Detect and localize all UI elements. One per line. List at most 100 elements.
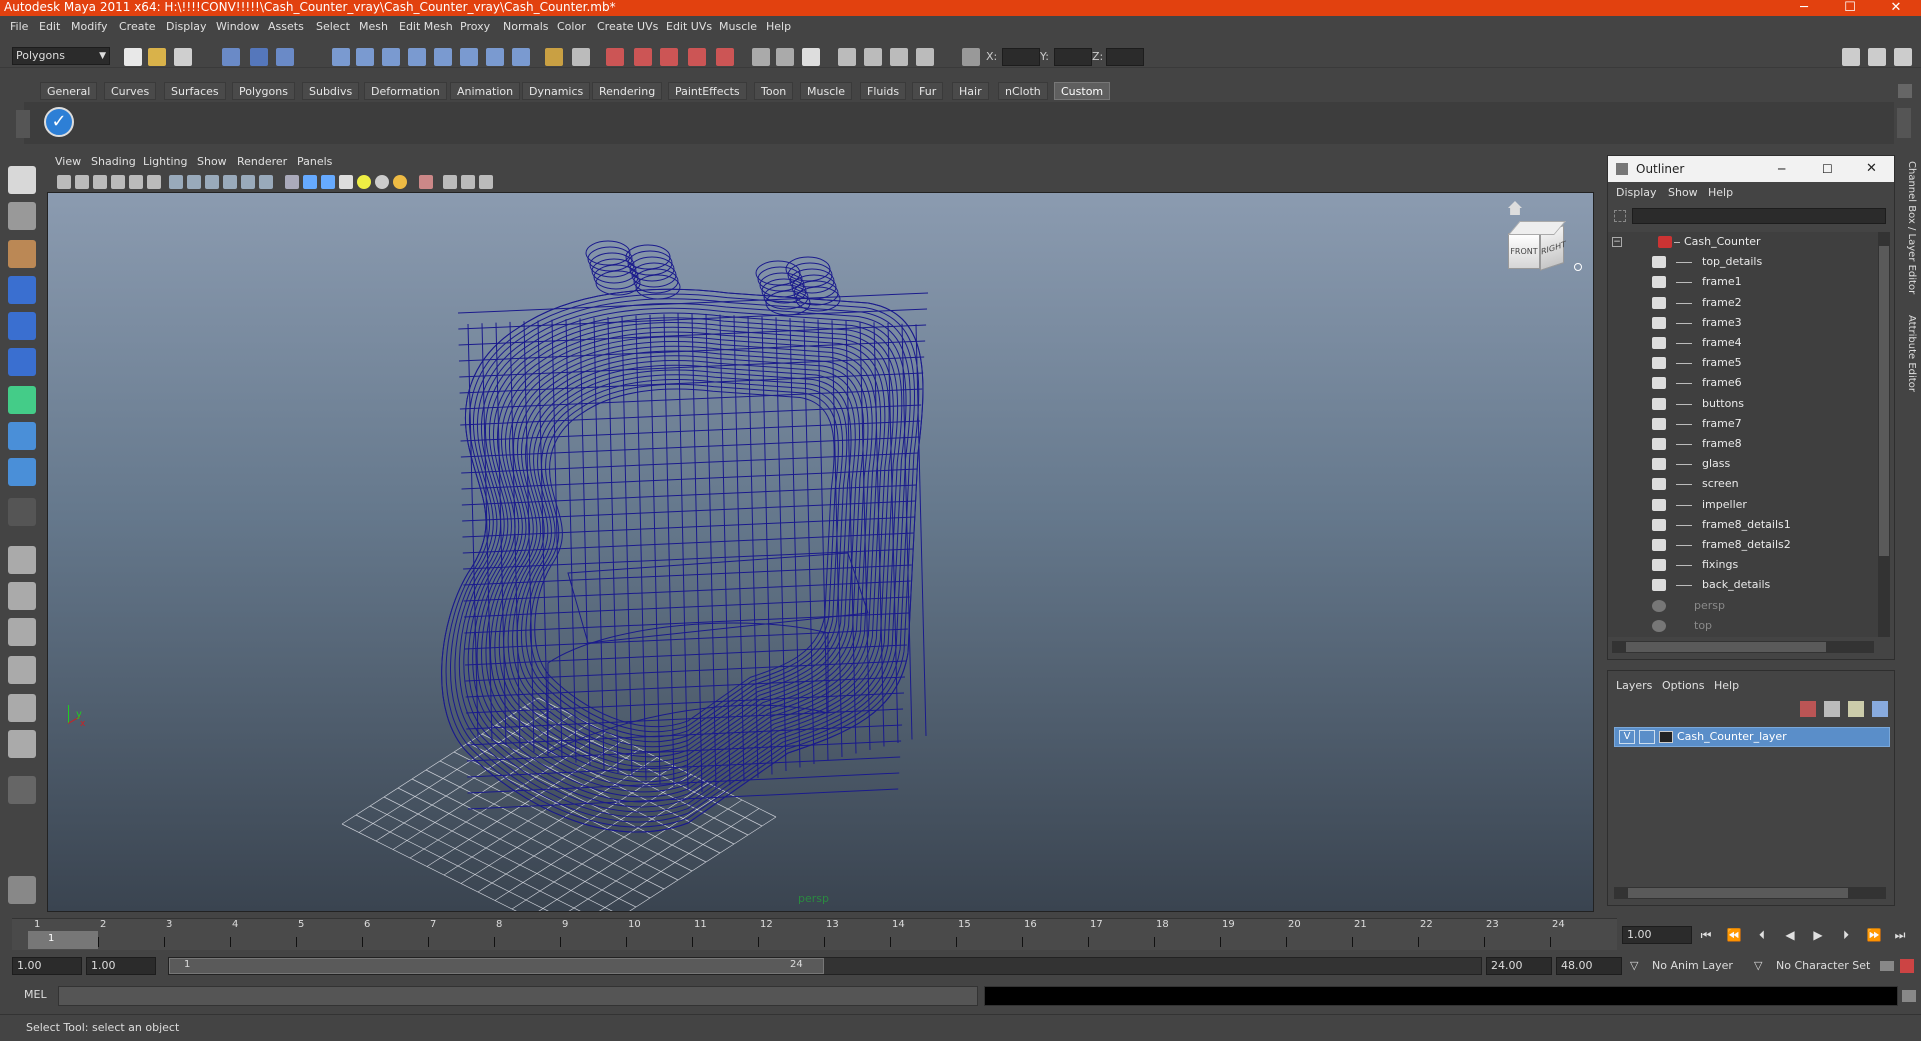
resolution-gate-icon[interactable] (205, 175, 219, 189)
outliner-hscroll-thumb[interactable] (1626, 642, 1826, 652)
snap-view-plane-icon[interactable] (688, 48, 706, 66)
menu-edit[interactable]: Edit (39, 16, 60, 38)
command-language-label[interactable]: MEL (24, 988, 47, 1001)
render-view-icon[interactable] (838, 48, 856, 66)
outliner-item[interactable]: impeller (1608, 495, 1878, 515)
char-set-chevron-icon[interactable]: ▽ (1754, 957, 1768, 975)
menu-edit-uvs[interactable]: Edit UVs (666, 16, 712, 38)
outliner-item[interactable]: frame8_details1 (1608, 515, 1878, 535)
anim-layer-chevron-icon[interactable]: ▽ (1630, 957, 1644, 975)
tab-channel-box[interactable]: Channel Box / Layer Editor (1901, 161, 1917, 294)
menu-create-uvs[interactable]: Create UVs (597, 16, 658, 38)
outliner-menu-display[interactable]: Display (1616, 186, 1657, 199)
shelf-tab-hair[interactable]: Hair (952, 82, 989, 100)
shelf-tab-rendering[interactable]: Rendering (592, 82, 663, 100)
outliner-vertical-scrollbar[interactable] (1878, 232, 1890, 637)
anim-layer-selector[interactable]: No Anim Layer (1652, 957, 1733, 975)
play-backwards-button[interactable]: ◀ (1780, 925, 1800, 945)
shelf-tab-muscle[interactable]: Muscle (800, 82, 853, 100)
range-slider[interactable]: 1 24 (168, 957, 1482, 975)
hand-icon[interactable] (8, 876, 36, 904)
viewport-menu-show[interactable]: Show (197, 152, 227, 172)
outliner-item[interactable]: frame6 (1608, 373, 1878, 393)
select-hierarchy-icon[interactable] (222, 48, 240, 66)
new-scene-icon[interactable] (124, 48, 142, 66)
viewport-menu-panels[interactable]: Panels (297, 152, 332, 172)
shelf-tab-general[interactable]: General (40, 82, 98, 100)
toggle-attribute-editor-icon[interactable] (1894, 48, 1912, 66)
outliner-item[interactable]: − Cash_Counter (1608, 232, 1878, 252)
menu-file[interactable]: File (10, 16, 28, 38)
render-settings-icon[interactable] (916, 48, 934, 66)
close-button[interactable]: ✕ (1873, 0, 1919, 16)
outliner-menu-show[interactable]: Show (1668, 186, 1698, 199)
step-forward-frame-button[interactable]: ⏩ (1864, 925, 1884, 945)
step-forward-key-button[interactable]: ⏵ (1836, 925, 1856, 945)
play-forwards-button[interactable]: ▶ (1808, 925, 1828, 945)
select-tool-icon[interactable] (8, 166, 36, 194)
lock-selection-icon[interactable] (545, 48, 563, 66)
field-chart-icon[interactable] (241, 175, 255, 189)
x-field[interactable] (1002, 48, 1040, 66)
highlight-selection-icon[interactable] (572, 48, 590, 66)
gate-mask-icon[interactable] (223, 175, 237, 189)
select-camera-icon[interactable] (57, 175, 71, 189)
smooth-shade-icon[interactable] (303, 175, 317, 189)
outliner-item[interactable]: frame3 (1608, 313, 1878, 333)
outliner-item[interactable]: glass (1608, 454, 1878, 474)
snap-point-icon[interactable] (660, 48, 678, 66)
character-set-selector[interactable]: No Character Set (1776, 957, 1870, 975)
select-face-icon[interactable] (382, 48, 400, 66)
tab-attribute-editor[interactable]: Attribute Editor (1901, 315, 1917, 392)
new-layer-empty-icon[interactable] (1800, 701, 1816, 717)
safe-action-icon[interactable] (259, 175, 273, 189)
layer-options-icon[interactable] (1872, 701, 1888, 717)
universal-manipulator-icon[interactable] (8, 386, 36, 414)
outliner-item[interactable]: frame4 (1608, 333, 1878, 353)
layout-menu-icon[interactable] (8, 776, 36, 804)
menu-normals[interactable]: Normals (503, 16, 549, 38)
image-plane-icon[interactable] (111, 175, 125, 189)
input-ops-icon[interactable] (752, 48, 770, 66)
bookmarks-icon[interactable] (93, 175, 107, 189)
new-layer-selected-icon[interactable] (1848, 701, 1864, 717)
layers-hscroll-thumb[interactable] (1628, 888, 1848, 898)
step-back-key-button[interactable]: ⏴ (1752, 925, 1772, 945)
menu-edit-mesh[interactable]: Edit Mesh (399, 16, 453, 38)
menu-select[interactable]: Select (316, 16, 350, 38)
viewport-menu-renderer[interactable]: Renderer (237, 152, 287, 172)
show-manipulator-icon[interactable] (8, 458, 36, 486)
shelf-tab-subdivs[interactable]: Subdivs (302, 82, 360, 100)
film-gate-icon[interactable] (187, 175, 201, 189)
snap-curve-icon[interactable] (634, 48, 652, 66)
shelf-tab-deformation[interactable]: Deformation (364, 82, 447, 100)
menu-display[interactable]: Display (166, 16, 207, 38)
playhead[interactable]: 1 (28, 931, 98, 949)
go-to-end-button[interactable]: ⏭ (1890, 925, 1910, 945)
wireframe-icon[interactable] (285, 175, 299, 189)
auto-key-icon[interactable] (1880, 961, 1894, 971)
outliner-item[interactable]: screen (1608, 474, 1878, 494)
move-tool-icon[interactable] (8, 276, 36, 304)
menu-color[interactable]: Color (557, 16, 586, 38)
select-component-icon[interactable] (276, 48, 294, 66)
render-frame-icon[interactable] (864, 48, 882, 66)
outliner-scroll-thumb[interactable] (1879, 246, 1889, 556)
layers-menu-help[interactable]: Help (1714, 679, 1739, 692)
current-frame-field[interactable]: 1.00 (1622, 926, 1692, 944)
range-slider-handle[interactable]: 1 24 (169, 958, 824, 974)
menu-window[interactable]: Window (216, 16, 259, 38)
shelf-scroll-icon[interactable] (1897, 108, 1911, 138)
shelf-tab-custom[interactable]: Custom (1054, 82, 1111, 100)
textured-icon[interactable] (339, 175, 353, 189)
make-live-icon[interactable] (716, 48, 734, 66)
xray-components-icon[interactable] (479, 175, 493, 189)
xray-icon[interactable] (443, 175, 457, 189)
layer-playback-toggle[interactable] (1639, 730, 1655, 744)
menu-modify[interactable]: Modify (71, 16, 107, 38)
time-slider[interactable]: 1 2 3 4 5 6 7 8 9 10 11 12 13 14 15 16 17 18 19 20 21 22 23 24 … (12, 918, 1617, 950)
animation-end-field[interactable]: 48.00 (1556, 957, 1622, 975)
soft-mod-tool-icon[interactable] (8, 422, 36, 450)
layer-row[interactable]: V Cash_Counter_layer (1614, 727, 1890, 747)
output-ops-icon[interactable] (776, 48, 794, 66)
